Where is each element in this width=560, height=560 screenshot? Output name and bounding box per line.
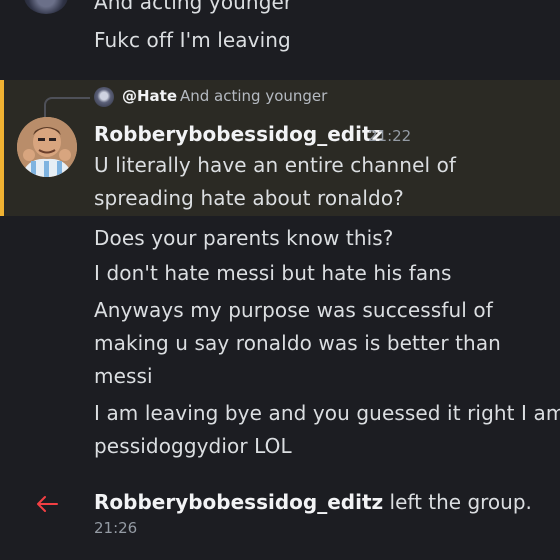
system-action: left the group.: [389, 490, 532, 514]
previous-author-avatar[interactable]: [24, 0, 68, 14]
message-line: making u say ronaldo was is better than: [94, 331, 501, 355]
system-timestamp: 21:26: [94, 519, 138, 537]
avatar-image: [17, 117, 77, 177]
reply-mention[interactable]: @Hate: [122, 87, 177, 105]
message-line: Does your parents know this?: [94, 226, 394, 250]
previous-message-line: And acting younger: [94, 0, 293, 14]
previous-message-line: Fukc off I'm leaving: [94, 28, 291, 52]
message-line: spreading hate about ronaldo?: [94, 186, 404, 210]
system-message: Robberybobessidog_editz left the group.: [94, 490, 532, 514]
author-avatar[interactable]: [17, 117, 77, 177]
message-line: U literally have an entire channel of: [94, 153, 457, 177]
message-line: I am leaving bye and you guessed it righ…: [94, 401, 560, 425]
reply-connector: [44, 97, 90, 119]
reply-avatar[interactable]: [94, 87, 114, 107]
system-user[interactable]: Robberybobessidog_editz: [94, 490, 383, 514]
message-timestamp: 21:22: [368, 127, 412, 145]
reply-preview[interactable]: And acting younger: [180, 87, 327, 105]
message-line: I don't hate messi but hate his fans: [94, 261, 452, 285]
message-author[interactable]: Robberybobessidog_editz: [94, 122, 383, 146]
message-line: Anyways my purpose was successful of: [94, 298, 493, 322]
message-line: messi: [94, 364, 153, 388]
leave-arrow-icon: [37, 496, 58, 512]
message-line: pessidoggydior LOL: [94, 434, 292, 458]
